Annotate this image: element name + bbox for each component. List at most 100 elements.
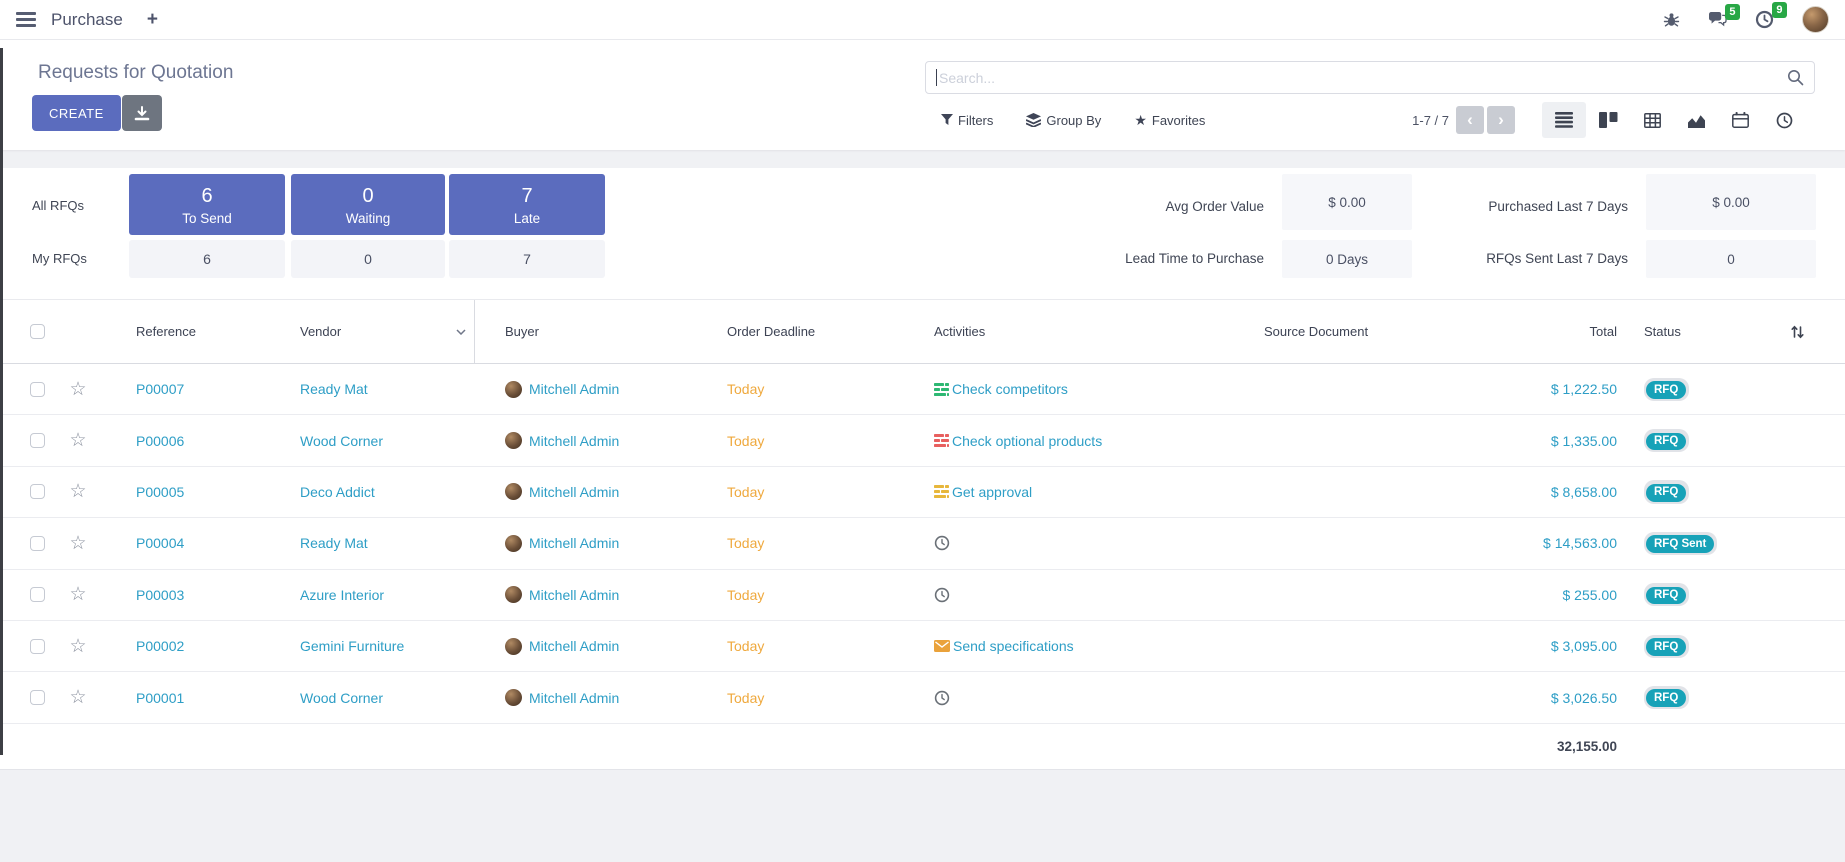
row-checkbox[interactable]	[30, 382, 45, 397]
vendor-link[interactable]: Azure Interior	[270, 587, 475, 603]
reference-link[interactable]: P00005	[100, 484, 270, 500]
control-panel: Requests for Quotation CREATE Filters Gr…	[0, 40, 1845, 150]
vendor-link[interactable]: Wood Corner	[270, 433, 475, 449]
tile-to-send[interactable]: 6 To Send	[129, 174, 285, 235]
email-activity-icon	[934, 640, 950, 652]
activity-cell[interactable]: Get approval	[904, 484, 1234, 500]
activity-cell[interactable]: Send specifications	[904, 638, 1234, 654]
row-checkbox[interactable]	[30, 690, 45, 705]
buyer-cell[interactable]: Mitchell Admin	[475, 638, 697, 655]
total-amount: $ 1,222.50	[1514, 381, 1624, 397]
table-row[interactable]: ☆ P00002 Gemini Furniture Mitchell Admin…	[0, 621, 1845, 672]
activity-view-button[interactable]	[1762, 102, 1806, 138]
favorite-star-icon[interactable]: ☆	[56, 534, 100, 553]
favorite-star-icon[interactable]: ☆	[56, 585, 100, 604]
group-by-button[interactable]: Group By	[1026, 113, 1101, 128]
activity-cell[interactable]	[904, 587, 1234, 603]
order-deadline: Today	[697, 381, 904, 397]
order-deadline: Today	[697, 535, 904, 551]
favorite-star-icon[interactable]: ☆	[56, 380, 100, 399]
status-badge: RFQ	[1646, 638, 1686, 656]
buyer-cell[interactable]: Mitchell Admin	[475, 535, 697, 552]
vendor-link[interactable]: Gemini Furniture	[270, 638, 475, 654]
pivot-view-button[interactable]	[1630, 102, 1674, 138]
vendor-link[interactable]: Ready Mat	[270, 381, 475, 397]
header-source-document[interactable]: Source Document	[1234, 324, 1514, 339]
favorite-star-icon[interactable]: ☆	[56, 637, 100, 656]
table-row[interactable]: ☆ P00006 Wood Corner Mitchell Admin Toda…	[0, 415, 1845, 466]
activities-clock-icon[interactable]: 9	[1755, 10, 1774, 29]
activity-cell[interactable]: Check optional products	[904, 433, 1234, 449]
activity-cell[interactable]	[904, 690, 1234, 706]
debug-bug-icon[interactable]	[1663, 12, 1680, 28]
buyer-cell[interactable]: Mitchell Admin	[475, 381, 697, 398]
tile-waiting[interactable]: 0 Waiting	[291, 174, 445, 235]
buyer-cell[interactable]: Mitchell Admin	[475, 483, 697, 500]
buyer-cell[interactable]: Mitchell Admin	[475, 432, 697, 449]
pager-previous-button[interactable]: ‹	[1456, 106, 1484, 134]
optional-columns-button[interactable]	[1774, 325, 1845, 339]
table-row[interactable]: ☆ P00003 Azure Interior Mitchell Admin T…	[0, 570, 1845, 621]
reference-link[interactable]: P00003	[100, 587, 270, 603]
tile-late[interactable]: 7 Late	[449, 174, 605, 235]
reference-link[interactable]: P00007	[100, 381, 270, 397]
tasks-activity-icon	[934, 383, 949, 396]
header-vendor[interactable]: Vendor	[270, 300, 475, 363]
user-avatar[interactable]	[1802, 6, 1829, 33]
header-status[interactable]: Status	[1624, 324, 1774, 339]
table-row[interactable]: ☆ P00005 Deco Addict Mitchell Admin Toda…	[0, 467, 1845, 518]
row-checkbox[interactable]	[30, 587, 45, 602]
favorites-button[interactable]: ★ Favorites	[1134, 113, 1205, 128]
row-checkbox[interactable]	[30, 639, 45, 654]
activity-cell[interactable]: Check competitors	[904, 381, 1234, 397]
vendor-link[interactable]: Deco Addict	[270, 484, 475, 500]
tile-my-waiting[interactable]: 0	[291, 240, 445, 278]
status-cell: RFQ	[1624, 583, 1774, 606]
header-buyer[interactable]: Buyer	[475, 324, 697, 339]
list-view-button[interactable]	[1542, 102, 1586, 138]
graph-view-button[interactable]	[1674, 102, 1718, 138]
header-total[interactable]: Total	[1514, 324, 1624, 339]
view-switcher	[1542, 102, 1806, 138]
search-input[interactable]	[939, 70, 1787, 86]
select-all-checkbox[interactable]	[30, 324, 45, 339]
reference-link[interactable]: P00006	[100, 433, 270, 449]
search-bar[interactable]	[925, 61, 1815, 94]
pager-next-button[interactable]: ›	[1487, 106, 1515, 134]
favorite-star-icon[interactable]: ☆	[56, 431, 100, 450]
table-row[interactable]: ☆ P00001 Wood Corner Mitchell Admin Toda…	[0, 672, 1845, 723]
activity-cell[interactable]	[904, 535, 1234, 551]
favorite-star-icon[interactable]: ☆	[56, 482, 100, 501]
filters-button[interactable]: Filters	[941, 113, 993, 128]
header-order-deadline[interactable]: Order Deadline	[697, 324, 904, 339]
row-checkbox[interactable]	[30, 433, 45, 448]
tile-my-late[interactable]: 7	[449, 240, 605, 278]
apps-menu-icon[interactable]	[16, 12, 36, 27]
create-button[interactable]: CREATE	[32, 95, 121, 131]
buyer-avatar	[505, 689, 522, 706]
calendar-view-button[interactable]	[1718, 102, 1762, 138]
kanban-view-button[interactable]	[1586, 102, 1630, 138]
buyer-name: Mitchell Admin	[529, 535, 619, 551]
row-checkbox[interactable]	[30, 484, 45, 499]
status-cell: RFQ	[1624, 686, 1774, 709]
table-row[interactable]: ☆ P00004 Ready Mat Mitchell Admin Today	[0, 518, 1845, 569]
reference-link[interactable]: P00004	[100, 535, 270, 551]
buyer-cell[interactable]: Mitchell Admin	[475, 586, 697, 603]
table-row[interactable]: ☆ P00007 Ready Mat Mitchell Admin Today	[0, 364, 1845, 415]
new-tab-button[interactable]: +	[147, 9, 158, 31]
row-checkbox[interactable]	[30, 536, 45, 551]
header-reference[interactable]: Reference	[100, 324, 270, 339]
vendor-link[interactable]: Wood Corner	[270, 690, 475, 706]
favorite-star-icon[interactable]: ☆	[56, 688, 100, 707]
export-button[interactable]	[122, 95, 162, 131]
messages-icon[interactable]: 5	[1708, 12, 1727, 27]
search-icon[interactable]	[1787, 69, 1804, 86]
buyer-cell[interactable]: Mitchell Admin	[475, 689, 697, 706]
tile-my-to-send[interactable]: 6	[129, 240, 285, 278]
header-activities[interactable]: Activities	[904, 324, 1234, 339]
reference-link[interactable]: P00002	[100, 638, 270, 654]
reference-link[interactable]: P00001	[100, 690, 270, 706]
vendor-link[interactable]: Ready Mat	[270, 535, 475, 551]
status-cell: RFQ Sent	[1624, 532, 1774, 555]
